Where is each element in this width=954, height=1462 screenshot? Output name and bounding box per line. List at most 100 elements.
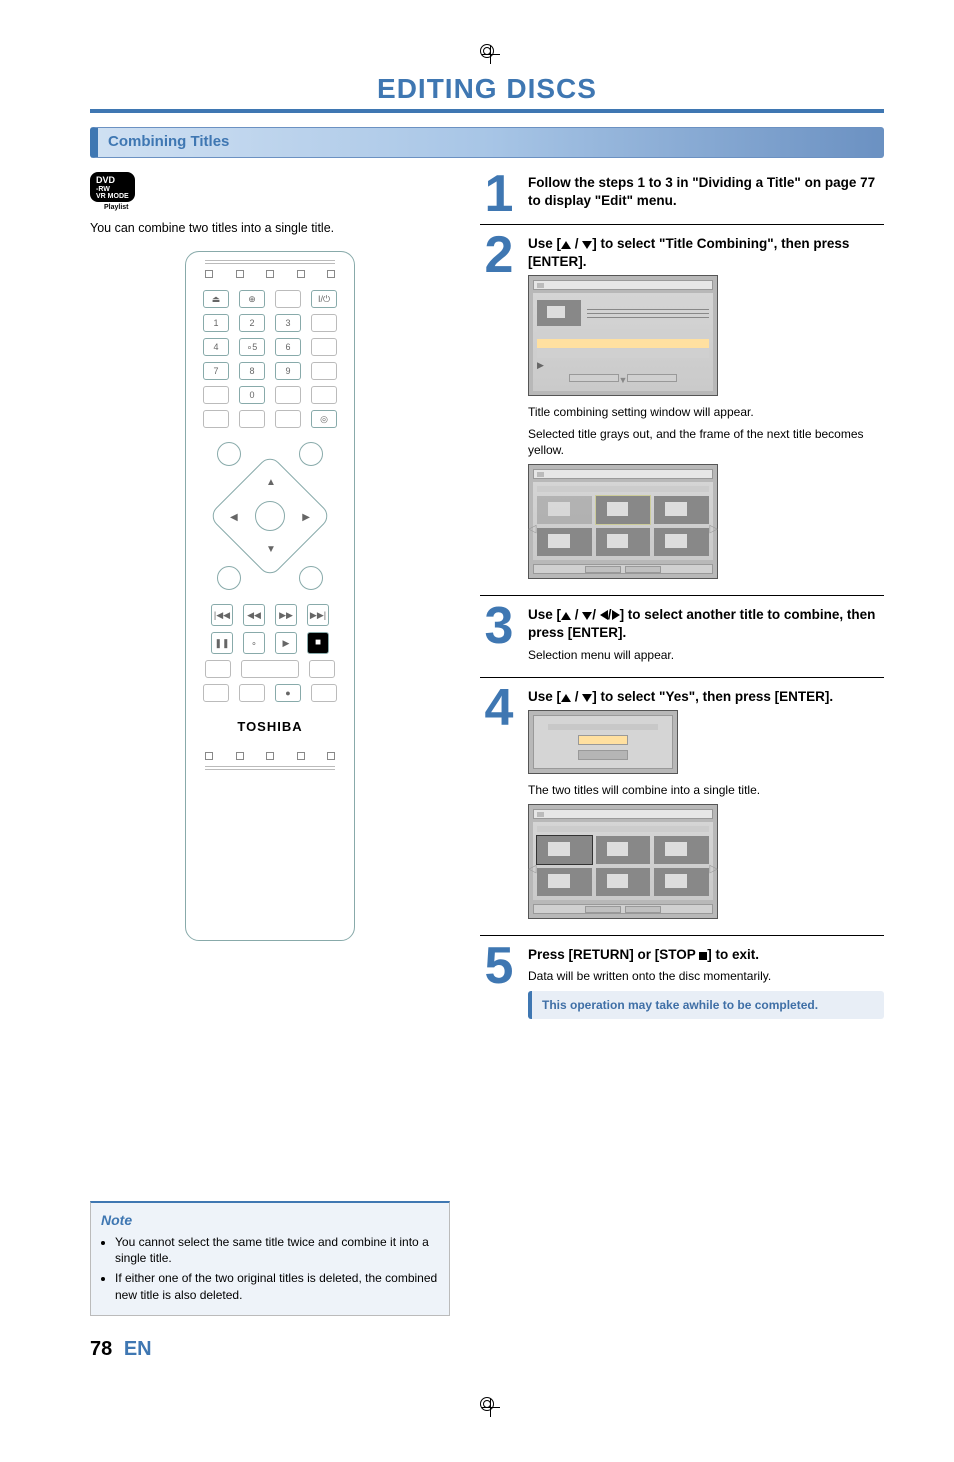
remote-top-slit xyxy=(205,260,335,264)
eject-button: ⏏ xyxy=(203,290,229,308)
remote-row-num-2: 4 ∘5 6 . xyxy=(203,338,337,356)
up-arrow-icon xyxy=(561,612,571,620)
left-arrow-icon xyxy=(600,610,608,620)
thumb-inner xyxy=(548,502,570,516)
crop-mark-icon xyxy=(480,1397,494,1411)
right-column: 1 Follow the steps 1 to 3 in "Dividing a… xyxy=(480,172,884,1316)
power-button: I/⏻ xyxy=(311,290,337,308)
step-4-title: Use [ / ] to select "Yes", then press [E… xyxy=(528,688,884,706)
num-3-button: 3 xyxy=(275,314,301,332)
note-item: If either one of the two original titles… xyxy=(115,1270,439,1302)
screenshot-lines xyxy=(587,306,709,321)
registration-mark-bottom xyxy=(90,1393,884,1415)
step-1-title: Follow the steps 1 to 3 in "Dividing a T… xyxy=(528,174,884,210)
menu-item xyxy=(537,329,709,338)
num-7-button: 7 xyxy=(203,362,229,380)
title-underline xyxy=(90,109,884,113)
blank-button: . xyxy=(275,410,301,428)
dpad-right-icon: ▶ xyxy=(302,511,310,525)
screenshot-thumb xyxy=(537,300,581,326)
title-thumb xyxy=(596,868,651,896)
thumb-inner xyxy=(665,534,687,548)
step-5-title: Press [RETURN] or [STOP ] to exit. xyxy=(528,946,884,964)
right-arrow-icon xyxy=(612,610,620,620)
num-0-button: 0 xyxy=(239,386,265,404)
remote-row-top: ⏏ ⊕ . I/⏻ xyxy=(203,290,337,308)
title-thumb-combined xyxy=(537,836,592,864)
left-arrow-icon: ◁ xyxy=(528,862,536,877)
thumb-inner xyxy=(548,874,570,888)
down-arrow-icon xyxy=(582,694,592,702)
dialog-text xyxy=(548,724,658,730)
remote-illustration: ⏏ ⊕ . I/⏻ 1 2 3 . 4 ∘5 6 . 7 8 9 . xyxy=(185,251,355,941)
screenshot-body xyxy=(533,482,713,560)
left-arrow-icon: ◁ xyxy=(528,522,536,537)
blank-button: . xyxy=(203,684,229,702)
remote-row-bottom-2: . . ● . xyxy=(203,684,337,702)
up-arrow-icon xyxy=(561,694,571,702)
step-4: 4 Use [ / ] to select "Yes", then press … xyxy=(480,686,884,927)
thumb-inner xyxy=(548,842,570,856)
screenshot-body: ▶ ▼ xyxy=(533,293,713,390)
remote-logo: TOSHIBA xyxy=(237,718,302,736)
sep: / xyxy=(571,689,582,704)
circle-button xyxy=(217,566,241,590)
screenshot-header xyxy=(533,469,713,479)
subheader xyxy=(537,826,709,832)
rewind-button: ◀◀ xyxy=(243,604,265,626)
step-2-number: 2 xyxy=(480,233,518,587)
step-2-title-mid: / xyxy=(571,236,582,251)
step-2-title: Use [ / ] to select "Title Combining", t… xyxy=(528,235,884,271)
thumb-inner xyxy=(607,502,629,516)
remote-indicator xyxy=(236,270,244,278)
thumb-grid xyxy=(537,496,709,556)
remote-indicator xyxy=(327,752,335,760)
title-thumb-grayed xyxy=(537,496,592,524)
menu-item xyxy=(537,349,709,358)
bottom-chip xyxy=(625,566,661,573)
num-6-button: 6 xyxy=(275,338,301,356)
step-separator xyxy=(480,595,884,596)
blank-button: . xyxy=(309,660,335,678)
up-arrow-icon xyxy=(561,241,571,249)
blank-button: . xyxy=(275,386,301,404)
note-list: You cannot select the same title twice a… xyxy=(115,1234,439,1303)
two-column-layout: DVD -RW VR MODE Playlist You can combine… xyxy=(90,172,884,1316)
step-4-title-post: ] to select "Yes", then press [ENTER]. xyxy=(592,689,833,704)
title-thumb xyxy=(654,868,709,896)
blank-button: . xyxy=(239,410,265,428)
fast-forward-button: ▶▶ xyxy=(275,604,297,626)
line xyxy=(587,309,709,310)
step-5-callout: This operation may take awhile to be com… xyxy=(528,991,884,1019)
remote-indicator xyxy=(205,270,213,278)
down-indicator: ▼ xyxy=(619,374,628,386)
step-4-desc: The two titles will combine into a singl… xyxy=(528,782,884,798)
remote-indicator xyxy=(236,752,244,760)
skip-next-button: ▶▶| xyxy=(307,604,329,626)
step-1: 1 Follow the steps 1 to 3 in "Dividing a… xyxy=(480,172,884,216)
blank-button: . xyxy=(311,386,337,404)
step-2-desc-2: Selected title grays out, and the frame … xyxy=(528,426,884,458)
crop-mark-icon xyxy=(480,44,494,58)
blank-button: . xyxy=(311,684,337,702)
left-column: DVD -RW VR MODE Playlist You can combine… xyxy=(90,172,450,1316)
circle-button xyxy=(299,442,323,466)
thumb-inner xyxy=(665,502,687,516)
menu-item-selected xyxy=(537,339,709,348)
screenshot-body xyxy=(533,822,713,900)
remote-indicator xyxy=(297,752,305,760)
title-grid-screenshot-1: ◁ ▷ xyxy=(528,464,718,579)
bottom-chip xyxy=(625,906,661,913)
num-8-button: 8 xyxy=(239,362,265,380)
thumb-inner xyxy=(665,842,687,856)
blank-button: . xyxy=(311,362,337,380)
step-4-body: Use [ / ] to select "Yes", then press [E… xyxy=(528,686,884,927)
right-arrow-icon: ▷ xyxy=(710,522,718,537)
down-arrow-icon xyxy=(582,612,592,620)
step-separator xyxy=(480,935,884,936)
step-1-body: Follow the steps 1 to 3 in "Dividing a T… xyxy=(528,172,884,216)
page-footer: 78 EN xyxy=(90,1336,884,1363)
remote-indicator xyxy=(327,270,335,278)
thumb-grid xyxy=(537,836,709,896)
thumb-inner xyxy=(607,874,629,888)
